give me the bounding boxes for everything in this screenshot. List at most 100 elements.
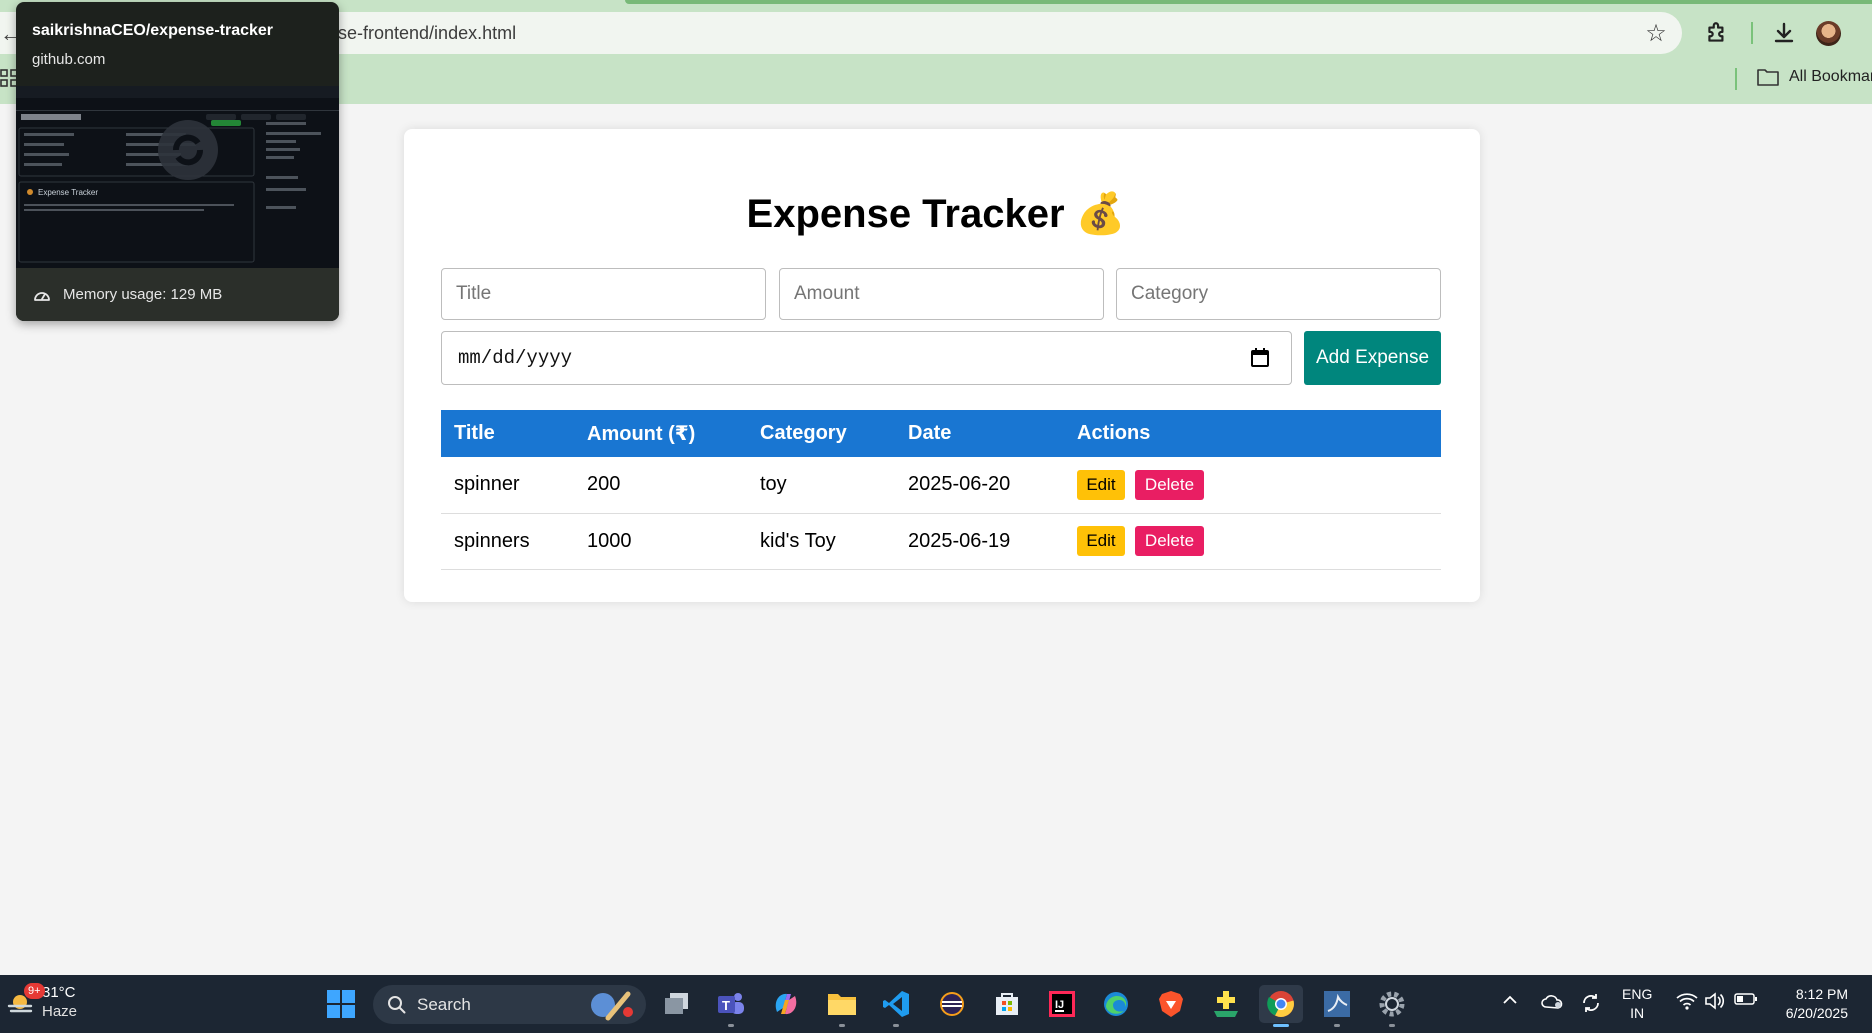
chrome-button[interactable] bbox=[1259, 985, 1303, 1027]
running-indicator bbox=[1334, 1024, 1340, 1027]
battery-icon[interactable] bbox=[1734, 992, 1758, 1011]
weather-temp: 31°C bbox=[42, 984, 76, 1001]
sync-icon[interactable] bbox=[1580, 992, 1602, 1019]
volume-icon[interactable] bbox=[1704, 992, 1726, 1015]
settings-gear-icon bbox=[1379, 991, 1405, 1017]
eclipse-icon bbox=[940, 992, 964, 1016]
search-icon bbox=[388, 995, 406, 1013]
page-title-text: Expense Tracker bbox=[746, 192, 1065, 236]
preview-title: saikrishnaCEO/expense-tracker bbox=[32, 22, 274, 39]
wifi-icon[interactable] bbox=[1676, 992, 1698, 1015]
vscode-button[interactable] bbox=[877, 985, 915, 1027]
amount-input[interactable] bbox=[779, 268, 1104, 320]
taskbar: 9+ 31°C Haze Search T IJ ENG IN 8:12 PM … bbox=[0, 975, 1872, 1033]
cell-category: toy bbox=[747, 457, 895, 514]
edit-button[interactable]: Edit bbox=[1077, 469, 1125, 500]
app-plus-icon bbox=[1214, 991, 1238, 1017]
expense-table: Title Amount (₹) Category Date Actions s… bbox=[441, 410, 1441, 570]
all-bookmarks-label: All Bookmarks bbox=[1789, 68, 1872, 85]
weather-haze-icon: 9+ bbox=[6, 983, 45, 1017]
svg-text:T: T bbox=[722, 998, 730, 1013]
vscode-icon bbox=[883, 991, 909, 1017]
github-page-thumbnail: Expense Tracker bbox=[16, 86, 339, 263]
clock-date: 6/20/2025 bbox=[1785, 1005, 1848, 1021]
region-code: IN bbox=[1630, 1005, 1645, 1021]
store-icon bbox=[996, 993, 1018, 1015]
cell-title: spinner bbox=[441, 457, 574, 514]
weather-widget[interactable]: 9+ 31°C Haze bbox=[6, 983, 77, 1021]
language-code: ENG bbox=[1622, 986, 1653, 1002]
edge-button[interactable] bbox=[1097, 985, 1135, 1023]
profile-avatar[interactable] bbox=[1816, 21, 1841, 46]
brave-button[interactable] bbox=[1152, 985, 1190, 1023]
copilot-icon bbox=[775, 993, 797, 1015]
svg-text:Expense Tracker: Expense Tracker bbox=[38, 188, 98, 197]
running-indicator bbox=[728, 1024, 734, 1027]
preview-domain: github.com bbox=[32, 51, 106, 68]
taskbar-search[interactable]: Search bbox=[373, 985, 646, 1024]
download-icon[interactable] bbox=[1768, 17, 1800, 49]
teams-icon: T bbox=[718, 993, 744, 1014]
active-indicator bbox=[1273, 1024, 1289, 1027]
cell-actions: Edit Delete bbox=[1064, 457, 1441, 514]
running-indicator bbox=[893, 1024, 899, 1027]
copilot-button[interactable] bbox=[767, 985, 805, 1023]
file-explorer-button[interactable] bbox=[823, 985, 861, 1027]
settings-button[interactable] bbox=[1373, 985, 1411, 1027]
edge-icon bbox=[1104, 992, 1128, 1016]
add-expense-button[interactable]: Add Expense bbox=[1304, 331, 1441, 385]
cell-date: 2025-06-19 bbox=[895, 513, 1064, 570]
delete-button[interactable]: Delete bbox=[1135, 469, 1204, 500]
memory-usage: Memory usage: 129 MB bbox=[16, 268, 339, 321]
date-placeholder: mm/dd/yyyy bbox=[458, 347, 573, 369]
cell-amount: 200 bbox=[574, 457, 747, 514]
edit-button[interactable]: Edit bbox=[1077, 526, 1125, 556]
app-plus-button[interactable] bbox=[1207, 985, 1245, 1023]
onedrive-icon[interactable] bbox=[1540, 992, 1564, 1015]
toolbar-divider bbox=[1751, 22, 1753, 44]
cell-category: kid's Toy bbox=[747, 513, 895, 570]
cell-date: 2025-06-20 bbox=[895, 457, 1064, 514]
task-view-icon bbox=[665, 993, 688, 1014]
bookmark-star-icon[interactable]: ☆ bbox=[1641, 18, 1671, 48]
task-view-button[interactable] bbox=[658, 985, 696, 1023]
calendar-icon[interactable] bbox=[1251, 348, 1269, 367]
running-indicator bbox=[1389, 1024, 1395, 1027]
eclipse-button[interactable] bbox=[933, 985, 971, 1023]
folder-icon bbox=[1757, 69, 1779, 86]
weather-desc: Haze bbox=[42, 1003, 78, 1020]
mysql-workbench-button[interactable] bbox=[1318, 985, 1356, 1027]
table-row: spinners 1000 kid's Toy 2025-06-19 Edit D… bbox=[441, 513, 1441, 570]
brave-icon bbox=[1159, 991, 1183, 1017]
header-category: Category bbox=[747, 410, 895, 457]
memory-usage-text: Memory usage: 129 MB bbox=[63, 286, 223, 303]
category-input[interactable] bbox=[1116, 268, 1441, 320]
language-indicator[interactable]: ENG IN bbox=[1622, 985, 1652, 1023]
microsoft-store-button[interactable] bbox=[988, 985, 1026, 1023]
windows-icon bbox=[327, 990, 355, 1018]
windows-start-button[interactable] bbox=[326, 989, 356, 1019]
teams-button[interactable]: T bbox=[712, 985, 750, 1027]
search-highlight-cricket-icon bbox=[591, 991, 633, 1020]
folder-icon bbox=[828, 994, 856, 1015]
table-header-row: Title Amount (₹) Category Date Actions bbox=[441, 410, 1441, 457]
chrome-icon bbox=[1267, 991, 1294, 1017]
header-amount: Amount (₹) bbox=[574, 410, 747, 457]
tab-hover-preview: saikrishnaCEO/expense-tracker github.com bbox=[16, 2, 339, 321]
clock-time: 8:12 PM bbox=[1795, 986, 1848, 1002]
bookmark-divider bbox=[1735, 68, 1737, 90]
extensions-icon[interactable] bbox=[1701, 17, 1733, 49]
all-bookmarks-button[interactable]: All Bookmarks bbox=[1757, 68, 1872, 86]
svg-text:IJ: IJ bbox=[1055, 999, 1064, 1011]
intellij-button[interactable]: IJ bbox=[1043, 985, 1081, 1023]
running-indicator bbox=[839, 1024, 845, 1027]
cell-amount: 1000 bbox=[574, 513, 747, 570]
clock[interactable]: 8:12 PM 6/20/2025 bbox=[1786, 985, 1848, 1023]
date-input[interactable]: mm/dd/yyyy bbox=[441, 331, 1292, 385]
title-input[interactable] bbox=[441, 268, 766, 320]
intellij-icon: IJ bbox=[1049, 991, 1075, 1017]
chevron-up-icon[interactable] bbox=[1502, 992, 1518, 1013]
url-text[interactable]: se-frontend/index.html bbox=[338, 23, 516, 44]
delete-button[interactable]: Delete bbox=[1135, 526, 1204, 556]
search-label: Search bbox=[417, 994, 471, 1014]
